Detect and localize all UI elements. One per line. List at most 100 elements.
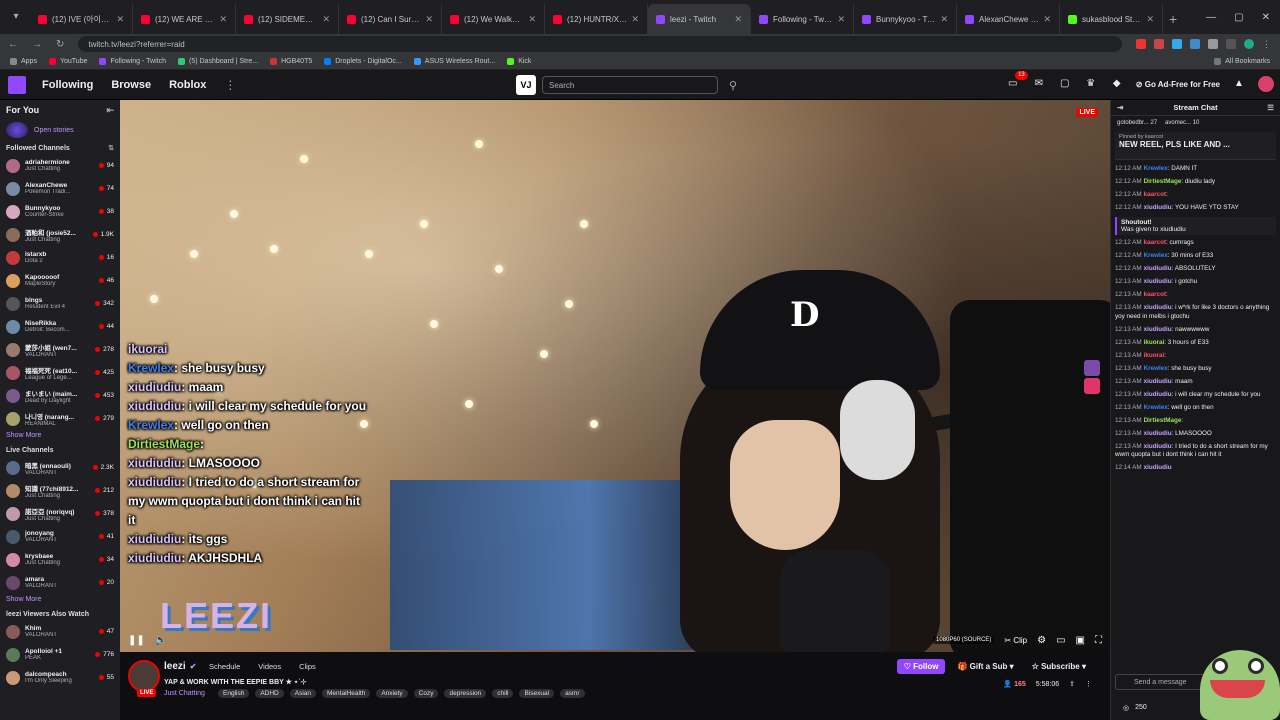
browser-tab[interactable]: (12) WE ARE SO READY 🔥✕ — [133, 4, 236, 34]
extension-icon[interactable] — [1154, 39, 1164, 49]
whispers-icon[interactable]: ✉ — [1032, 77, 1046, 91]
forward-icon[interactable]: → — [32, 39, 42, 50]
volume-icon[interactable]: 🔈 — [155, 635, 167, 646]
profile-icon[interactable] — [1244, 39, 1254, 49]
vj-extension-button[interactable]: VJ — [516, 75, 536, 95]
search-icon[interactable]: ⚲ — [724, 76, 742, 94]
theatre-mode-icon[interactable]: ▭ — [1056, 635, 1065, 646]
sidebar-channel[interactable]: Kapooooof MapleStory 46 — [0, 269, 120, 292]
tab-close-icon[interactable]: ✕ — [1146, 14, 1154, 25]
sidebar-channel[interactable]: dalcompeach I'm Only Sleeping 55 — [0, 666, 120, 689]
reload-icon[interactable]: ↻ — [56, 39, 64, 50]
chat-users-icon[interactable]: ☰ — [1267, 103, 1274, 112]
tab-videos[interactable]: Videos — [258, 662, 281, 671]
gift-leader[interactable]: avomec... 10 — [1165, 120, 1199, 126]
browser-tab[interactable]: (12) We Walked A 24KM ✕ — [442, 4, 545, 34]
tab-close-icon[interactable]: ✕ — [322, 14, 330, 25]
chat-username[interactable]: xiudiudiu — [1144, 391, 1172, 398]
url-field[interactable]: twitch.tv/leezi?referrer=raid — [78, 36, 1122, 52]
sidebar-channel[interactable]: Apolloiol +1 PEAK 776 — [0, 643, 120, 666]
stream-tag[interactable]: English — [218, 689, 250, 698]
bookmark-item[interactable]: Kick — [507, 58, 531, 65]
tab-schedule[interactable]: Schedule — [209, 662, 240, 671]
chat-username[interactable]: xiudiudiu — [1144, 304, 1172, 311]
chat-username[interactable]: xiudiudiu — [1144, 443, 1172, 450]
channel-points-icon[interactable]: ◎ — [1123, 704, 1129, 712]
extension-icon[interactable] — [1190, 39, 1200, 49]
pause-icon[interactable]: ❚❚ — [128, 635, 145, 646]
sidebar-channel[interactable]: 知識 (77chi8912... Just Chatting 212 — [0, 479, 120, 502]
nav-browse[interactable]: Browse — [111, 79, 151, 91]
sidebar-channel[interactable]: 暗黑 (ennaouli) VALORANT 2.3K — [0, 456, 120, 479]
extension-icon[interactable] — [1172, 39, 1182, 49]
bookmark-item[interactable]: Droplets - DigitalOc... — [324, 58, 402, 65]
tab-close-icon[interactable]: ✕ — [631, 14, 639, 25]
clip-button[interactable]: ✂ Clip — [1004, 636, 1027, 645]
chat-username[interactable]: xiudiudiu — [1144, 278, 1172, 285]
sidebar-channel[interactable]: jonoyang VALORANT 41 — [0, 525, 120, 548]
prime-icon[interactable]: ♛ — [1084, 77, 1098, 91]
search-input[interactable]: Search — [542, 76, 718, 94]
browser-tab[interactable]: AlexanChewe - Twitch✕ — [957, 4, 1060, 34]
collapse-sidebar-icon[interactable]: ⇤ — [106, 105, 114, 116]
sidebar-channel[interactable]: istarxb Dota 2 16 — [0, 246, 120, 269]
chat-username[interactable]: Krewlex — [1144, 404, 1168, 411]
sidebar-channel[interactable]: krysbaee Just Chatting 34 — [0, 548, 120, 571]
nav-roblox[interactable]: Roblox — [169, 79, 206, 91]
chat-username[interactable]: xiudiudiu — [1144, 204, 1172, 211]
gift-leader[interactable]: gotobedbr... 27 — [1117, 120, 1157, 126]
bits-wallet-icon[interactable]: ▲ — [1232, 77, 1246, 91]
stream-category[interactable]: Just Chatting — [164, 690, 205, 697]
chat-username[interactable]: xiudiudiu — [1144, 430, 1172, 437]
stream-tag[interactable]: ADHD — [255, 689, 284, 698]
stream-tag[interactable]: MentalHealth — [322, 689, 371, 698]
tab-close-icon[interactable]: ✕ — [837, 14, 845, 25]
sidebar-icon[interactable] — [1226, 39, 1236, 49]
sidebar-channel[interactable]: Khim VALORANT 47 — [0, 620, 120, 643]
settings-gear-icon[interactable]: ⚙ — [1037, 635, 1046, 646]
show-more-followed[interactable]: Show More — [0, 430, 120, 443]
gift-sub-button[interactable]: 🎁 Gift a Sub ▾ — [951, 659, 1019, 674]
bookmark-item[interactable]: ASUS Wireless Rout... — [413, 58, 495, 65]
close-window-icon[interactable]: ✕ — [1262, 12, 1270, 23]
browser-tab[interactable]: leezi - Twitch ✕ — [648, 4, 751, 34]
chat-username[interactable]: kaarcot — [1144, 291, 1166, 298]
collapse-chat-icon[interactable]: ⇥ — [1117, 103, 1123, 112]
follow-button[interactable]: ♡ Follow — [896, 659, 946, 674]
bookmark-item[interactable]: HGB40T5 — [270, 58, 312, 65]
stream-tag[interactable]: asmr — [560, 689, 585, 698]
sidebar-channel[interactable]: まいまい (maim... Dead by Daylight 453 — [0, 384, 120, 407]
open-stories-link[interactable]: Open stories — [34, 127, 74, 134]
channel-name[interactable]: leezi — [164, 661, 186, 672]
stream-tag[interactable]: Cozy — [413, 689, 439, 698]
chat-username[interactable]: DirtiestMage — [1144, 417, 1182, 424]
show-more-live[interactable]: Show More — [0, 594, 120, 607]
sidebar-channel[interactable]: blngs Resident Evil 4 342 — [0, 292, 120, 315]
browser-tab[interactable]: (12) IVE (아이브)의 힐링제 ✕ — [30, 4, 133, 34]
tab-close-icon[interactable]: ✕ — [116, 14, 124, 25]
extension-panel-icon[interactable] — [1084, 360, 1100, 376]
open-stories-row[interactable]: Open stories — [0, 120, 120, 140]
minimize-icon[interactable]: — — [1206, 12, 1216, 23]
tab-search-icon[interactable]: ▾ — [6, 7, 26, 27]
extension-panel-icon[interactable] — [1084, 378, 1100, 394]
subscribe-button[interactable]: ☆ Subscribe ▾ — [1026, 659, 1092, 674]
chat-bubble-icon[interactable]: ▢ — [1058, 77, 1072, 91]
chat-username[interactable]: xiudiudiu — [1144, 378, 1172, 385]
chat-username[interactable]: xiudiudiu — [1144, 265, 1172, 272]
browser-tab[interactable]: (12) HUNTR/X perform "G ✕ — [545, 4, 648, 34]
stream-tag[interactable]: Bisexual — [519, 689, 555, 698]
sort-icon[interactable]: ⇅ — [108, 144, 114, 152]
tab-close-icon[interactable]: ✕ — [734, 14, 742, 25]
chat-username[interactable]: Krewlex — [1144, 165, 1168, 172]
stream-tag[interactable]: Anxiety — [376, 689, 408, 698]
nav-following[interactable]: Following — [42, 79, 93, 91]
chat-username[interactable]: Krewlex — [1144, 252, 1168, 259]
sidebar-channel[interactable]: AlexanChewe Pokémon Tradi... 74 — [0, 177, 120, 200]
stream-tag[interactable]: Asian — [289, 689, 317, 698]
chat-username[interactable]: ikuorai — [1144, 339, 1165, 346]
pip-icon[interactable]: ▣ — [1076, 635, 1085, 646]
kebab-menu-icon[interactable]: ⋮ — [1262, 39, 1272, 49]
bookmark-item[interactable]: Apps — [10, 58, 37, 65]
more-options-icon[interactable]: ⋮ — [1085, 680, 1092, 688]
